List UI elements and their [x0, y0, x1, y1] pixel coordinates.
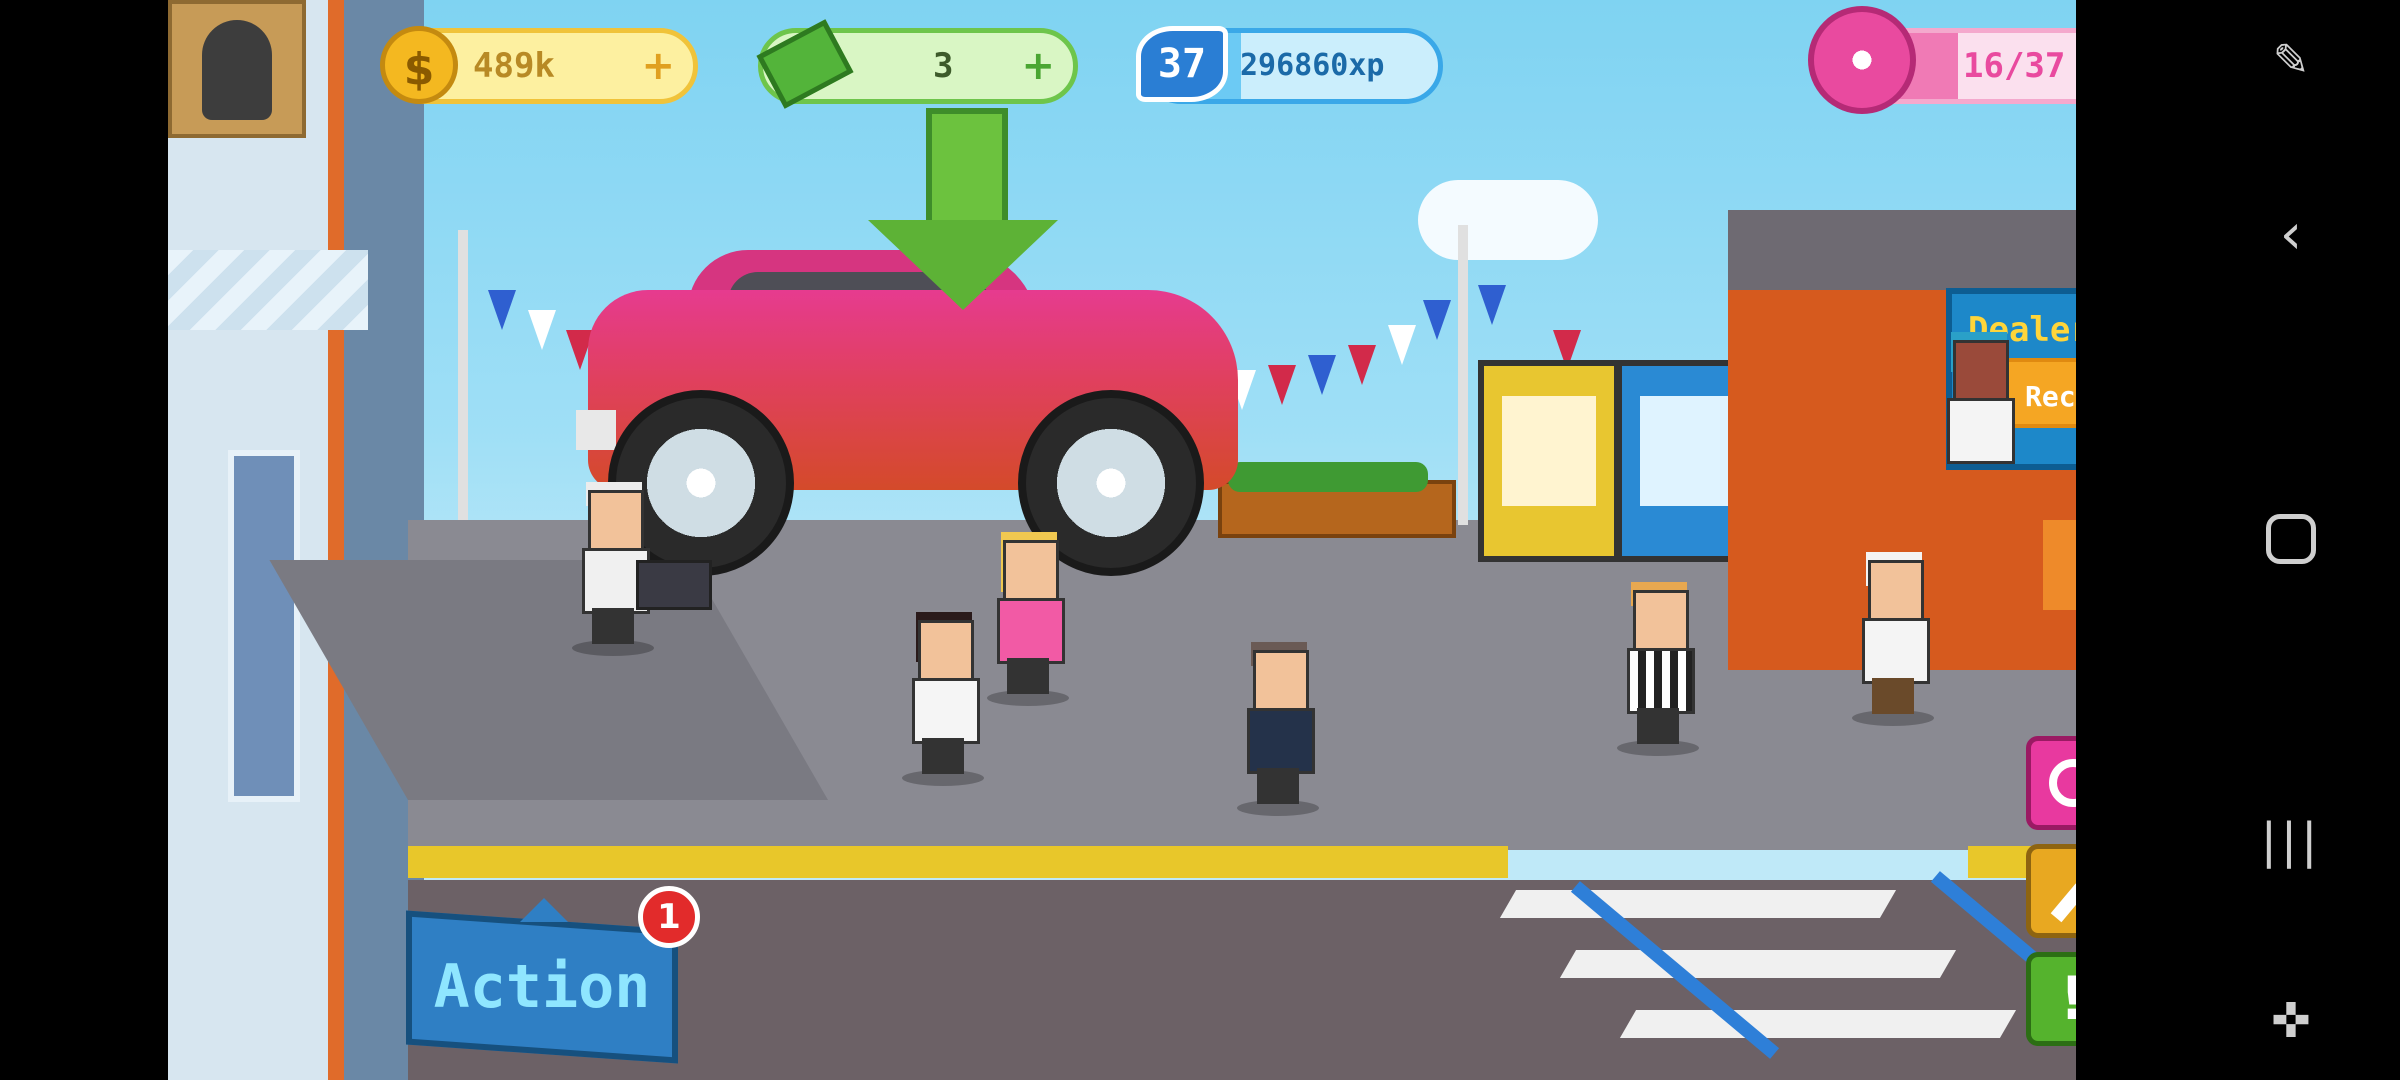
- cash-value: 3: [933, 46, 954, 86]
- planter-shrub: [1228, 462, 1428, 492]
- building-window: [228, 450, 300, 802]
- system-nav-bar: ✎ ‹ ||| ✜: [2176, 0, 2400, 1080]
- customers-value: 16/37: [1963, 46, 2066, 86]
- flag-pole: [1458, 225, 1468, 525]
- dealer-roof: [1728, 210, 2076, 290]
- back-icon[interactable]: ‹: [2246, 190, 2336, 280]
- character-blonde-woman[interactable]: [987, 532, 1069, 706]
- cloud: [1418, 180, 1598, 260]
- pennant-flag: [1268, 365, 1296, 405]
- crosswalk-stripe: [1619, 1010, 2017, 1038]
- coins-value: 489k: [473, 46, 555, 86]
- pennant-flag: [1308, 355, 1336, 395]
- pennant-flag: [1423, 300, 1451, 340]
- car-headlight: [576, 410, 616, 450]
- vending-window: [1502, 396, 1596, 506]
- game-launcher-icon[interactable]: ✜: [2246, 976, 2336, 1066]
- wrench-icon: [2050, 865, 2076, 923]
- flag-pole: [458, 230, 468, 520]
- alerts-button[interactable]: !: [2026, 952, 2076, 1046]
- character-helmet-driver[interactable]: [1852, 552, 1934, 726]
- action-up-caret-icon: [520, 898, 568, 922]
- action-button[interactable]: Action: [406, 910, 678, 1064]
- vending-machine-yellow[interactable]: [1478, 360, 1620, 562]
- pennant-flag: [488, 290, 516, 330]
- profile-avatar[interactable]: [168, 0, 306, 138]
- crosswalk-stripe: [1559, 950, 1957, 978]
- character-dealer-woman[interactable]: [1943, 332, 2015, 500]
- curb-yellow: [408, 846, 1508, 878]
- action-label: Action: [433, 952, 651, 1022]
- action-notification-badge: 1: [638, 886, 700, 948]
- character-woman-brown-hair[interactable]: [902, 612, 984, 786]
- pennant-flag: [1348, 345, 1376, 385]
- xp-value: 296860xp: [1240, 48, 1385, 83]
- recents-icon[interactable]: |||: [2246, 796, 2336, 886]
- character-player-manager[interactable]: [1237, 642, 1319, 816]
- coin-icon: $: [380, 26, 458, 104]
- building-awning: [168, 250, 368, 330]
- character-referee-man[interactable]: [1617, 582, 1699, 756]
- pennant-flag: [528, 310, 556, 350]
- upgrades-button[interactable]: [2026, 844, 2076, 938]
- crosswalk-stripe: [1499, 890, 1897, 918]
- home-icon[interactable]: [2246, 494, 2336, 584]
- dealer-counter: [2043, 520, 2076, 610]
- pennant-flag: [1388, 325, 1416, 365]
- donut-ring-icon: [2049, 759, 2076, 807]
- exclamation-icon: !: [2031, 957, 2076, 1041]
- game-viewport[interactable]: Dealer S Recruit 489k + $ 3 +: [168, 0, 2076, 1080]
- screenshot-icon[interactable]: ✎: [2246, 16, 2336, 106]
- pennant-flag: [1478, 285, 1506, 325]
- level-badge-icon: 37: [1136, 26, 1228, 102]
- boombox: [636, 560, 712, 610]
- donut-icon: [1808, 6, 1916, 114]
- avatar-silhouette-icon: [202, 20, 272, 120]
- customization-button[interactable]: [2026, 736, 2076, 830]
- coins-add-button[interactable]: +: [641, 33, 675, 99]
- vending-window: [1640, 396, 1734, 506]
- cash-add-button[interactable]: +: [1021, 33, 1055, 99]
- down-arrow-icon: [868, 220, 1058, 310]
- left-building: [168, 0, 424, 1080]
